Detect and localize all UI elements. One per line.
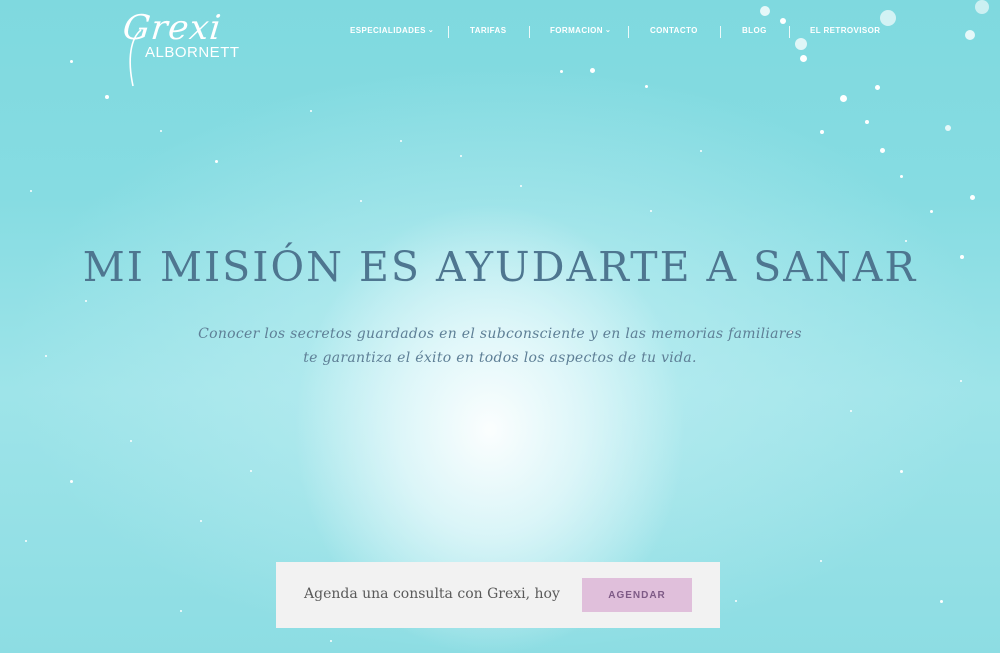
nav-divider: [720, 26, 721, 38]
cta-text: Agenda una consulta con Grexi, hoy: [304, 586, 560, 602]
nav-item-el-retrovisor[interactable]: EL RETROVISOR: [810, 26, 880, 35]
nav-item-tarifas[interactable]: TARIFAS: [470, 26, 506, 35]
nav-item-blog[interactable]: BLOG: [742, 26, 767, 35]
nav-item-label: FORMACION: [550, 26, 603, 35]
hero-subtitle-line: te garantiza el éxito en todos los aspec…: [303, 350, 697, 366]
nav-item-especialidades[interactable]: ESPECIALIDADES ⌄: [350, 26, 434, 35]
hero-subtitle-line: Conocer los secretos guardados en el sub…: [198, 326, 802, 342]
brand-logo[interactable]: Grexi ALBORNETT: [115, 8, 245, 88]
main-nav: ESPECIALIDADES ⌄ TARIFAS FORMACION ⌄ CONTA…: [330, 26, 900, 40]
chevron-down-icon: ⌄: [427, 27, 435, 34]
cta-box: Agenda una consulta con Grexi, hoy AGEND…: [276, 562, 720, 628]
nav-divider: [789, 26, 790, 38]
nav-item-label: TARIFAS: [470, 26, 507, 35]
nav-item-label: ESPECIALIDADES: [350, 26, 426, 35]
nav-item-label: BLOG: [742, 26, 767, 35]
hero-title: MI MISIÓN ES AYUDARTE A SANAR: [82, 243, 918, 291]
brand-subtitle: ALBORNETT: [145, 44, 240, 61]
nav-item-contacto[interactable]: CONTACTO: [650, 26, 698, 35]
chevron-down-icon: ⌄: [604, 27, 612, 34]
hero-subtitle: Conocer los secretos guardados en el sub…: [0, 322, 1000, 370]
nav-divider: [448, 26, 449, 38]
nav-divider: [529, 26, 530, 38]
nav-item-label: CONTACTO: [650, 26, 698, 35]
nav-item-formacion[interactable]: FORMACION ⌄: [550, 26, 611, 35]
brand-script: Grexi: [120, 8, 224, 48]
nav-item-label: EL RETROVISOR: [810, 26, 881, 35]
agendar-button[interactable]: AGENDAR: [582, 578, 692, 612]
nav-divider: [628, 26, 629, 38]
